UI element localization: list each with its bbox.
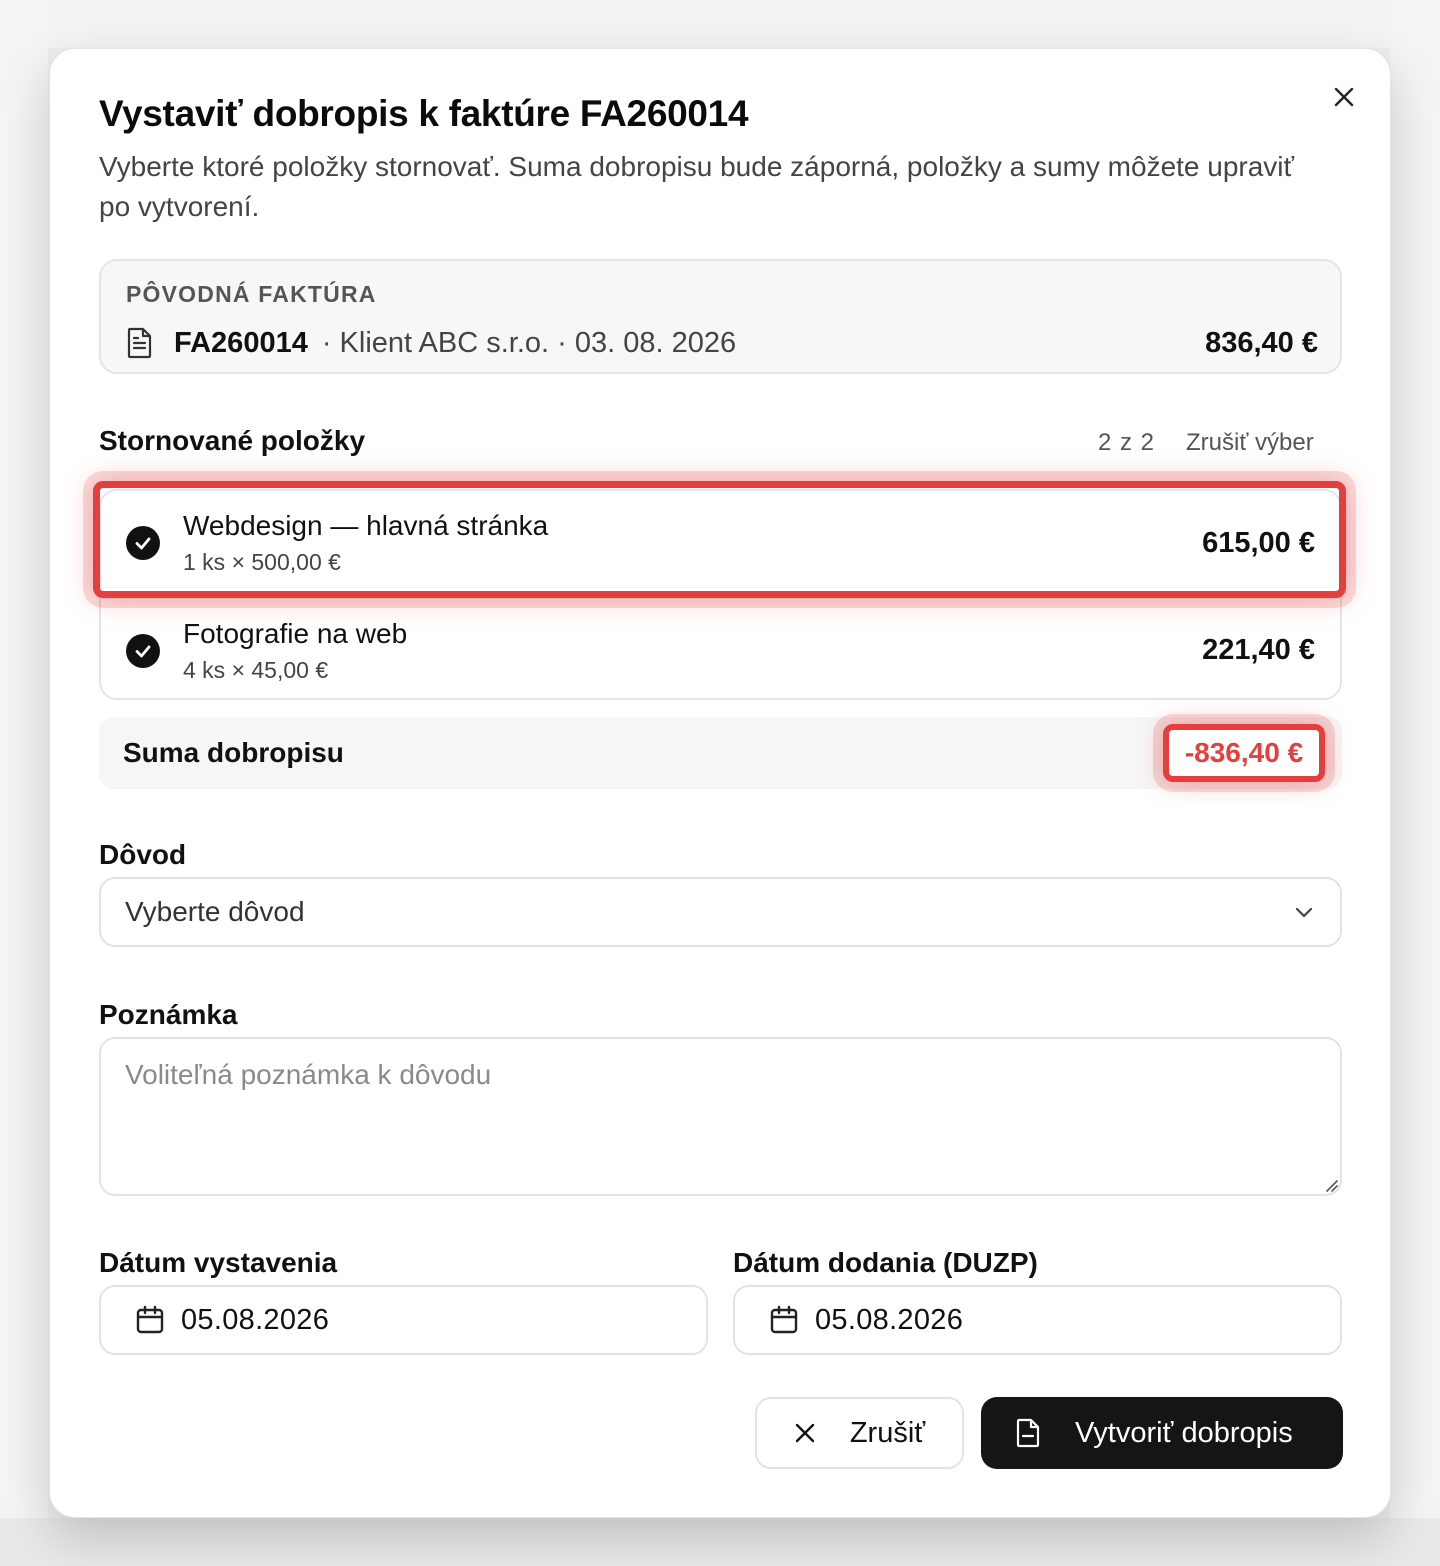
close-icon (795, 1423, 815, 1443)
item-name: Fotografie na web (183, 617, 408, 649)
cancelled-items-title: Stornované položky (99, 425, 366, 456)
issue-date-label: Dátum vystavenia (99, 1247, 338, 1278)
original-invoice-card: PÔVODNÁ FAKTÚRA FA260014 · Klient ABC s.… (99, 259, 1342, 374)
original-invoice-row: FA260014 · Klient ABC s.r.o. · 03. 08. 2… (126, 323, 1318, 363)
item-quantity: 4 ks × 45,00 € (183, 656, 329, 683)
backdrop-right (1390, 0, 1440, 1566)
backdrop-bottom (0, 1518, 1440, 1566)
dialog-title: Vystaviť dobropis k faktúre FA260014 (99, 93, 749, 134)
close-button[interactable] (1328, 81, 1360, 113)
create-button-label: Vytvoriť dobropis (1075, 1416, 1293, 1449)
item-amount: 221,40 € (1202, 634, 1315, 666)
cancelled-items-list: Webdesign — hlavná stránka 1 ks × 500,00… (99, 489, 1342, 700)
issue-date-input[interactable]: 05.08.2026 (99, 1285, 708, 1355)
close-icon (1334, 87, 1354, 107)
item-quantity: 1 ks × 500,00 € (183, 549, 341, 575)
item-amount: 615,00 € (1202, 526, 1315, 559)
note-label: Poznámka (99, 999, 238, 1030)
original-invoice-label: PÔVODNÁ FAKTÚRA (126, 281, 377, 307)
checkbox-checked[interactable] (126, 526, 160, 560)
delivery-date-label: Dátum dodania (DUZP) (733, 1247, 1038, 1278)
calendar-icon (769, 1305, 799, 1335)
checkbox-checked[interactable] (126, 633, 160, 668)
original-invoice-amount: 836,40 € (1205, 326, 1318, 359)
credit-sum-label: Suma dobropisu (123, 737, 344, 768)
check-icon (135, 645, 151, 657)
credit-note-dialog: Vystaviť dobropis k faktúre FA260014 Vyb… (49, 48, 1391, 1518)
dialog-subtitle: Vyberte ktoré položky stornovať. Suma do… (99, 151, 1295, 222)
document-icon (126, 326, 156, 360)
backdrop-left (0, 0, 48, 1566)
note-textarea[interactable] (99, 1037, 1342, 1196)
cancel-button-label: Zrušiť (849, 1416, 926, 1449)
list-item[interactable]: Fotografie na web 4 ks × 45,00 € 221,40 … (101, 598, 1340, 702)
list-item[interactable]: Webdesign — hlavná stránka 1 ks × 500,00… (101, 491, 1340, 595)
create-credit-note-button[interactable]: Vytvoriť dobropis (981, 1397, 1343, 1469)
credit-sum-value: -836,40 € (1184, 737, 1304, 768)
check-icon (135, 537, 151, 550)
item-name: Webdesign — hlavná stránka (183, 510, 549, 541)
clear-selection-link[interactable]: Zrušiť výber (1186, 429, 1314, 457)
issue-date-value: 05.08.2026 (181, 1303, 330, 1336)
document-icon (1016, 1418, 1040, 1448)
original-invoice-number: FA260014 (174, 326, 308, 359)
selection-count: 2 z 2 (1098, 429, 1156, 456)
reason-select[interactable]: Vyberte dôvod (99, 877, 1342, 947)
chevron-down-icon (1292, 900, 1316, 924)
delivery-date-value: 05.08.2026 (815, 1303, 964, 1336)
backdrop-top (0, 0, 1440, 48)
reason-select-value: Vyberte dôvod (125, 896, 305, 927)
resize-handle-icon[interactable] (1324, 1178, 1338, 1192)
credit-sum-row: Suma dobropisu (99, 717, 1342, 789)
original-invoice-meta: · Klient ABC s.r.o. · 03. 08. 2026 (321, 326, 737, 359)
calendar-icon (135, 1305, 165, 1335)
credit-sum-value-highlight: -836,40 € (1163, 724, 1325, 782)
cancel-button[interactable]: Zrušiť (755, 1397, 964, 1469)
delivery-date-input[interactable]: 05.08.2026 (733, 1285, 1342, 1355)
reason-label: Dôvod (99, 839, 187, 870)
